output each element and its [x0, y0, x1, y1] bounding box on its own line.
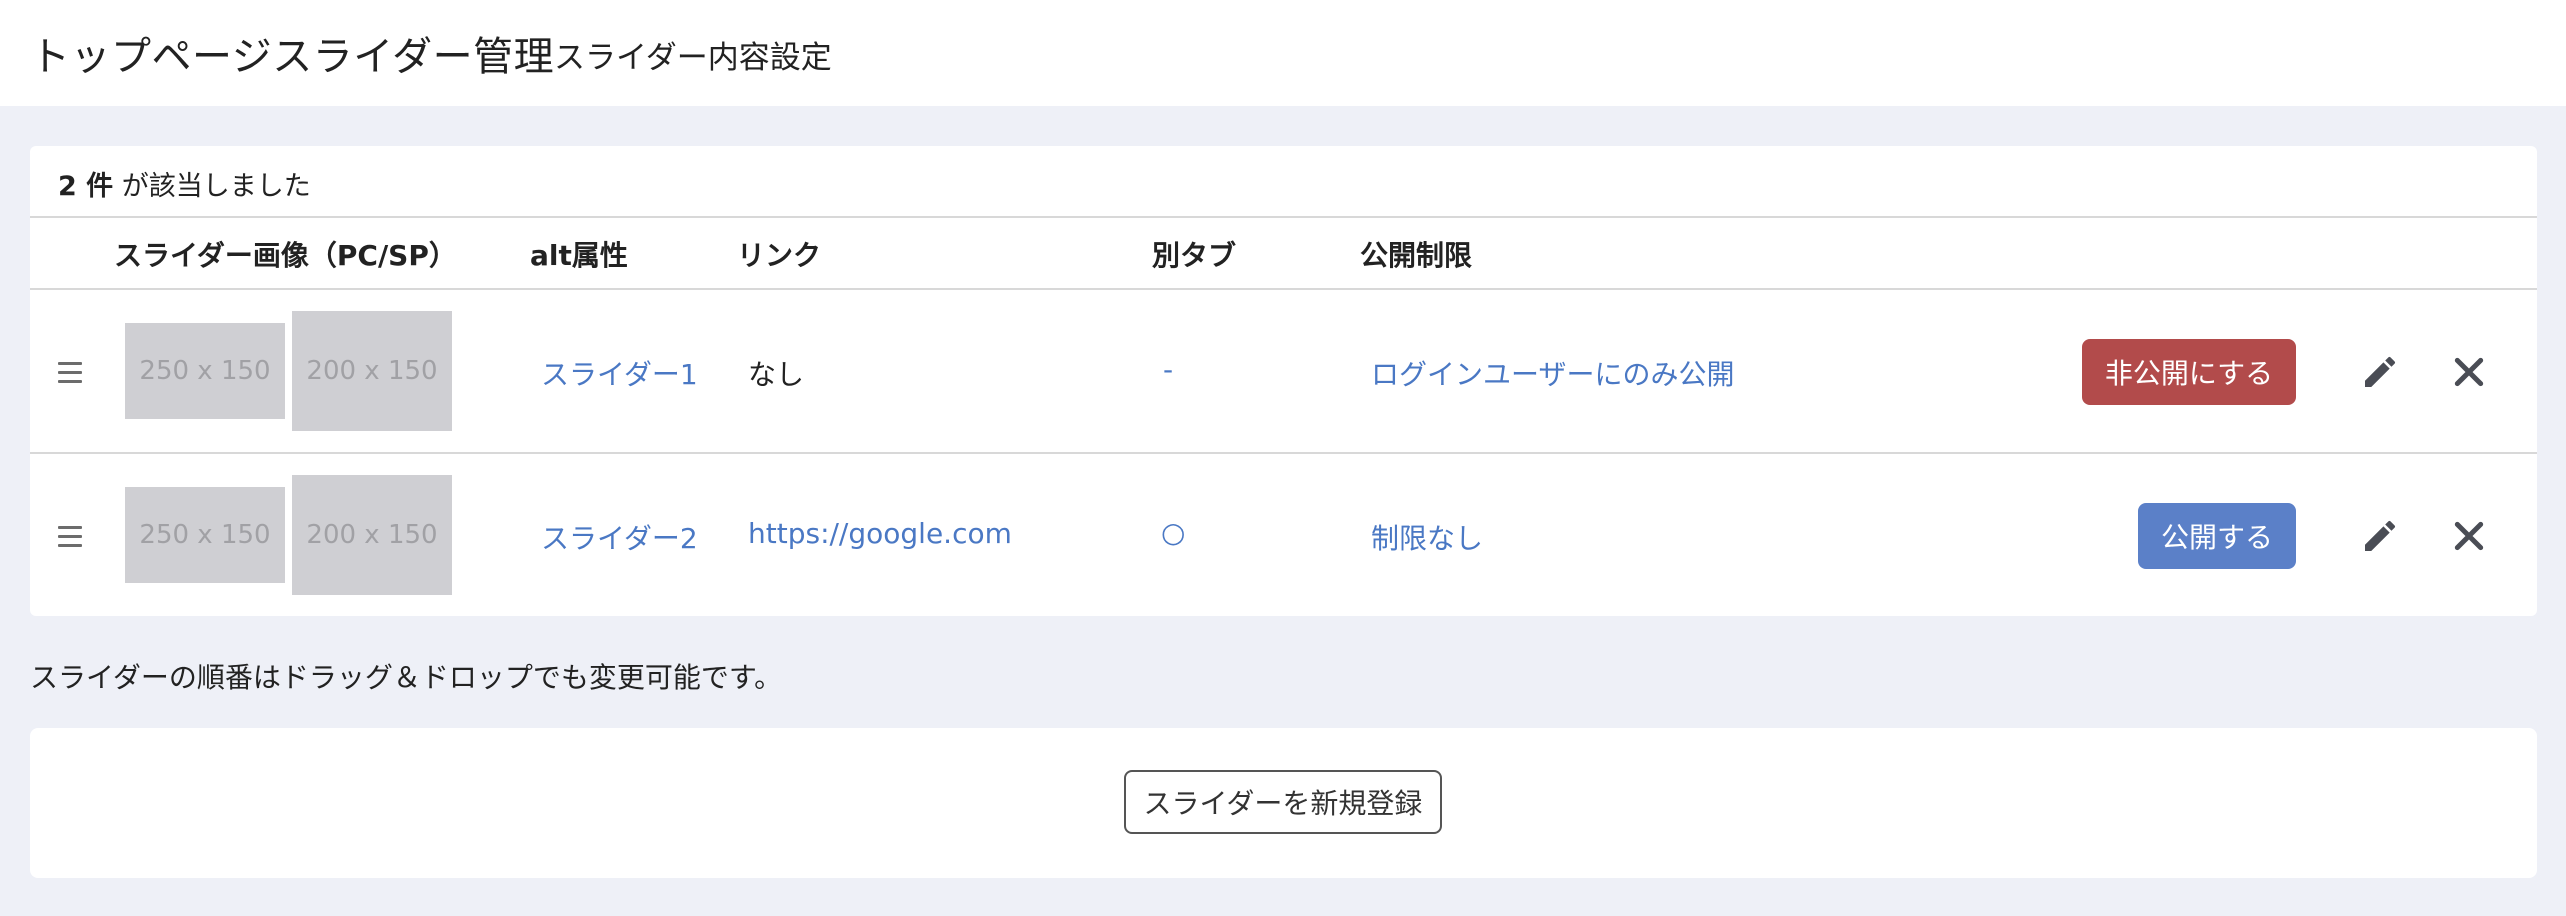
visibility-link[interactable]: 制限なし [1371, 517, 1483, 557]
new-slider-card: スライダーを新規登録 [30, 728, 2537, 878]
result-count-number: 2 件 [58, 171, 114, 202]
column-header-link: リンク [737, 239, 822, 272]
column-header-new-tab: 別タブ [1152, 239, 1237, 272]
column-header-image: スライダー画像（PC/SP） [114, 239, 457, 272]
slider-list-card: 2 件 が該当しました スライダー画像（PC/SP） alt属性 リンク 別タブ… [30, 146, 2537, 616]
result-count-suffix: が該当しました [121, 171, 311, 202]
unpublish-button[interactable]: 非公開にする [2082, 339, 2296, 405]
close-icon[interactable] [2449, 352, 2489, 392]
alt-link[interactable]: スライダー1 [541, 353, 698, 393]
new-tab-value[interactable]: - [1163, 353, 1173, 386]
pc-image-placeholder: 250 x 150 [125, 323, 285, 419]
external-link[interactable]: https://google.com [748, 517, 1012, 550]
new-tab-value[interactable]: ○ [1161, 516, 1185, 549]
sp-image-placeholder: 200 x 150 [292, 311, 452, 431]
table-row: 250 x 150 200 x 150 スライダー2 https://googl… [30, 454, 2537, 616]
alt-link[interactable]: スライダー2 [541, 517, 698, 557]
drag-handle-icon[interactable] [58, 362, 82, 384]
close-icon[interactable] [2449, 516, 2489, 556]
publish-button[interactable]: 公開する [2138, 503, 2296, 569]
result-count: 2 件 が該当しました [58, 164, 311, 203]
visibility-link[interactable]: ログインユーザーにのみ公開 [1371, 353, 1734, 393]
link-value: なし [748, 358, 805, 391]
divider [30, 216, 2537, 218]
page-header: トップページスライダー管理 スライダー内容設定 [0, 0, 2566, 106]
drag-handle-icon[interactable] [58, 526, 82, 548]
sp-image-placeholder: 200 x 150 [292, 475, 452, 595]
column-header-visibility: 公開制限 [1360, 239, 1473, 272]
page-title: トップページスライダー管理 [30, 34, 555, 80]
pc-image-placeholder: 250 x 150 [125, 487, 285, 583]
pencil-icon[interactable] [2360, 516, 2400, 556]
table-row: 250 x 150 200 x 150 スライダー1 なし - ログインユーザー… [30, 290, 2537, 453]
add-slider-button[interactable]: スライダーを新規登録 [1124, 770, 1442, 834]
drag-drop-note: スライダーの順番はドラッグ＆ドロップでも変更可能です。 [30, 661, 783, 694]
pencil-icon[interactable] [2360, 352, 2400, 392]
page-subtitle: スライダー内容設定 [554, 40, 832, 76]
column-header-alt: alt属性 [530, 239, 628, 272]
